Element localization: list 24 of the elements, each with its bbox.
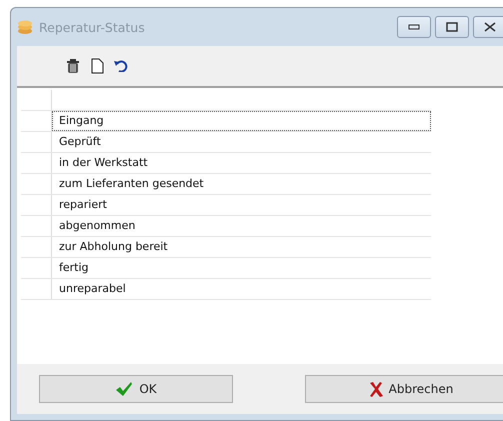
minimize-button[interactable] — [397, 16, 431, 38]
table-cell[interactable]: abgenommen — [52, 216, 431, 236]
table-cell[interactable]: unreparabel — [52, 279, 431, 299]
cross-icon — [368, 381, 383, 397]
close-icon — [484, 22, 496, 32]
table-cell[interactable]: zum Lieferanten gesendet — [52, 174, 431, 194]
table-cell[interactable]: repariert — [52, 195, 431, 215]
table-cell[interactable]: fertig — [52, 258, 431, 278]
window-title: Reperatur-Status — [39, 20, 145, 34]
maximize-icon — [446, 22, 458, 32]
table-cell[interactable]: zur Abholung bereit — [52, 237, 431, 257]
new-document-icon[interactable] — [91, 58, 104, 74]
table-cell[interactable]: Geprüft — [52, 132, 431, 152]
trash-icon[interactable] — [65, 58, 81, 74]
table-cell[interactable]: in der Werkstatt — [52, 153, 431, 173]
undo-icon[interactable] — [114, 60, 128, 72]
minimize-icon — [408, 24, 420, 30]
coins-icon — [17, 20, 33, 34]
close-button[interactable] — [473, 16, 503, 38]
maximize-button[interactable] — [435, 16, 469, 38]
checkmark-icon — [115, 381, 134, 397]
table-cell[interactable]: Eingang — [52, 111, 431, 131]
ok-button[interactable]: OK — [39, 375, 233, 403]
cancel-button[interactable]: Abbrechen — [305, 375, 503, 403]
